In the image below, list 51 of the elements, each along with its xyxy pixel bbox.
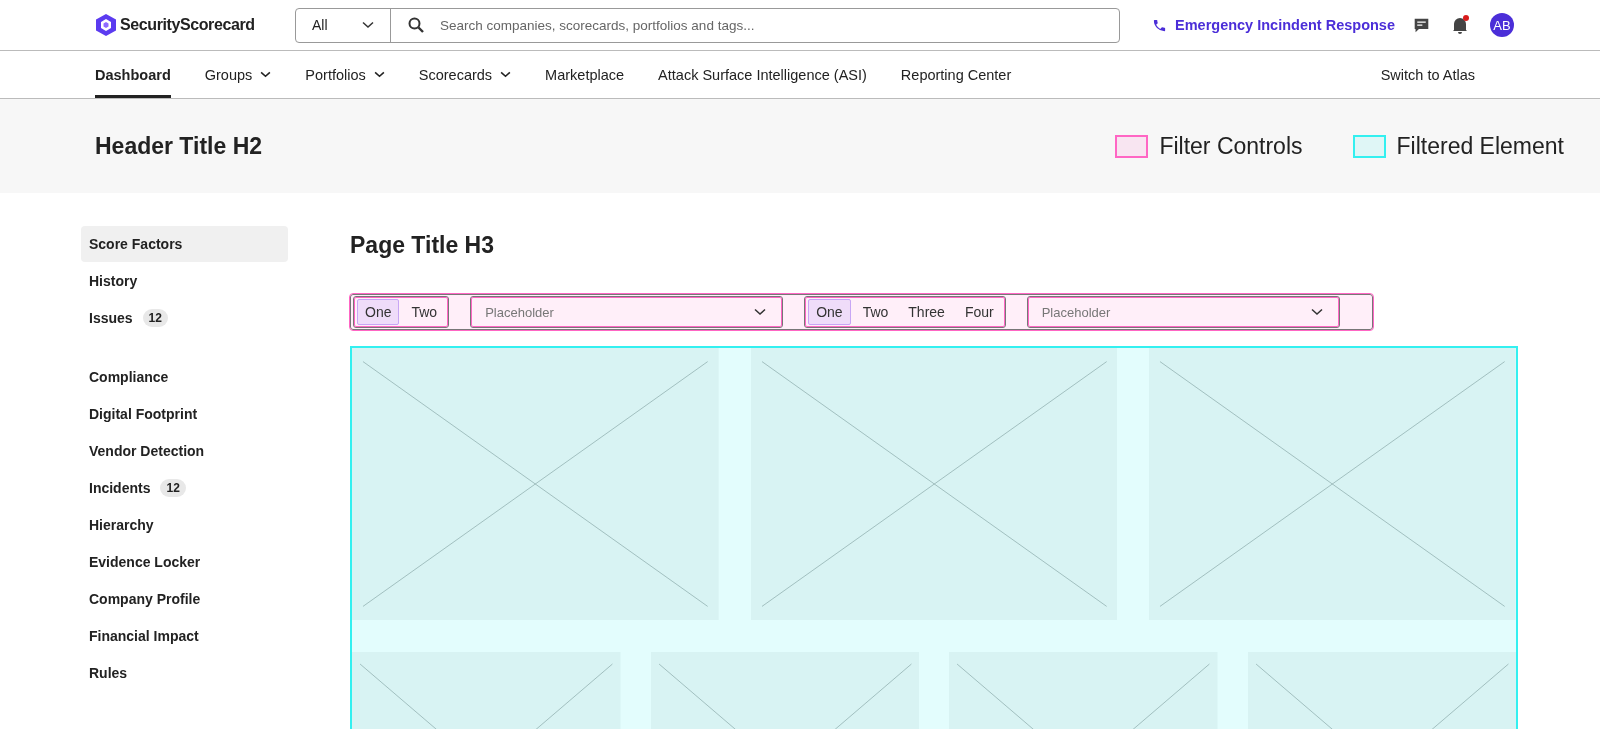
sidebar-item[interactable]: Company Profile (81, 581, 288, 617)
dropdown-placeholder: Placeholder (1041, 304, 1111, 320)
nav-tab[interactable]: Groups (204, 51, 272, 98)
search-icon (408, 17, 424, 33)
chat-icon[interactable] (1413, 16, 1430, 34)
chevron-icon (362, 21, 374, 29)
sidebar-item[interactable]: Score Factors (81, 226, 288, 262)
nav-tab[interactable]: Reporting Center (900, 51, 1012, 98)
nav-tab[interactable]: Marketplace (545, 51, 625, 98)
legend-label: Filtered Element (1396, 132, 1564, 160)
header-title: Header Title H2 (95, 132, 263, 160)
chevron-icon (373, 71, 385, 78)
sidebar-item[interactable]: History (81, 263, 288, 299)
sidebar-item[interactable]: Incidents 12 (81, 470, 288, 506)
segment-option[interactable]: One (808, 299, 851, 325)
segment-option[interactable]: Four (956, 299, 1002, 325)
switch-link[interactable]: Switch to Atlas (1380, 66, 1475, 83)
scope-dropdown[interactable]: All (296, 8, 391, 42)
search-field[interactable]: Search companies, scorecards, portfolios and tags... (438, 16, 1119, 34)
count-badge: 12 (160, 479, 186, 497)
sidebar-item[interactable]: Rules (81, 655, 288, 691)
sidebar-item[interactable]: Digital Footprint (81, 396, 288, 432)
nav-tab[interactable]: Attack Surface Intelligence (ASI) (658, 51, 867, 98)
sidebar-item[interactable]: Compliance (81, 359, 288, 395)
sidebar-item[interactable]: Issues 12 (81, 300, 288, 336)
segment-option[interactable]: One (357, 299, 400, 325)
nav-tab[interactable]: Portfolios (305, 51, 385, 98)
dropdown-placeholder: Placeholder (485, 304, 554, 320)
count-badge: 12 (142, 309, 168, 327)
page-title: Page Title H3 (350, 232, 496, 260)
chevron-icon (500, 71, 512, 78)
chevron-icon (260, 71, 272, 78)
nav-tab[interactable]: Scorecards (418, 51, 512, 98)
logo-icon (95, 13, 117, 37)
emergency-link[interactable]: Emergency Incindent Response (1152, 17, 1395, 33)
sidebar-item[interactable]: Hierarchy (81, 507, 288, 543)
segment-option[interactable]: Two (403, 299, 446, 325)
legend-label: Filter Controls (1159, 132, 1303, 160)
chevron-icon (754, 308, 767, 316)
dropdown-field[interactable]: Placeholder (1026, 296, 1340, 328)
sidebar-item[interactable]: Financial Impact (81, 618, 288, 654)
dropdown-field[interactable]: Placeholder (470, 296, 784, 328)
phone-icon (1152, 17, 1167, 33)
segment-option[interactable]: Three (900, 299, 953, 325)
sidebar-item[interactable]: Evidence Locker (81, 544, 288, 580)
segment-option[interactable]: Two (854, 299, 897, 325)
chevron-icon (1310, 308, 1323, 316)
sidebar-item[interactable]: Vendor Detection (81, 433, 288, 469)
user-avatar[interactable]: AB (1490, 13, 1514, 37)
brand-name: SecurityScorecard (120, 16, 255, 34)
search-bar[interactable]: All Search companies, scorecards, portfolios and tags... (295, 7, 1120, 43)
